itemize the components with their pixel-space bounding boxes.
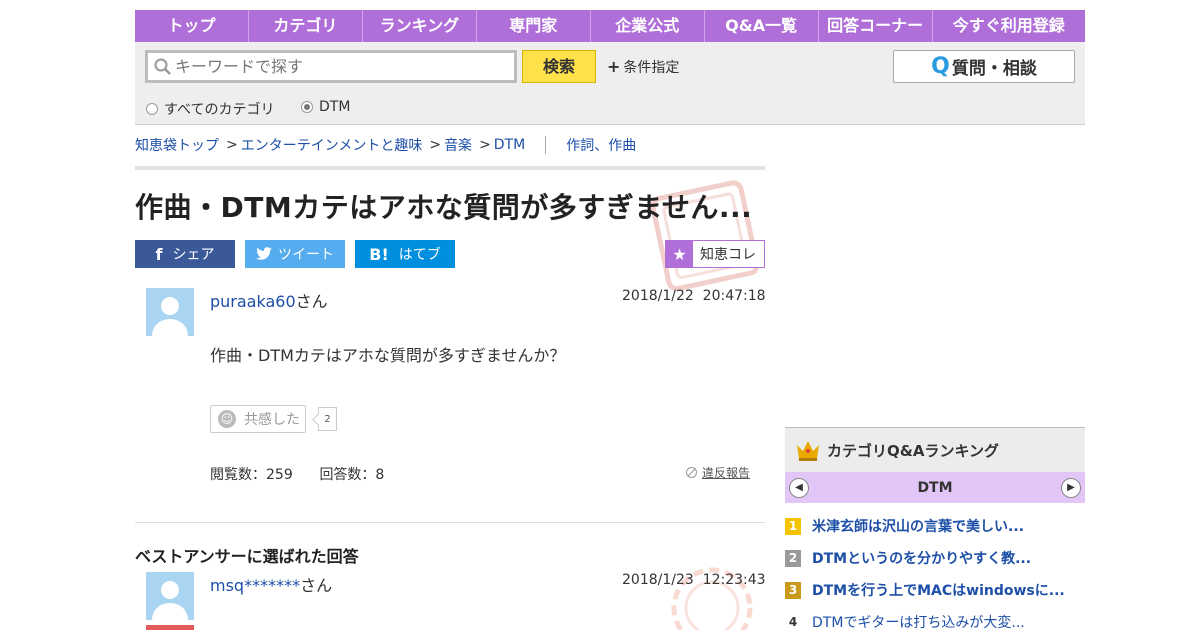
search-area: 検索 +条件指定 Q 質問・相談 すべてのカテゴリ DTM <box>135 42 1085 125</box>
ranking-item-text: DTMでギターは打ち込みが大変... <box>812 615 1025 630</box>
nav-top[interactable]: トップ <box>135 10 249 42</box>
breadcrumb-dtm[interactable]: DTM <box>494 137 525 153</box>
next-arrow-icon[interactable]: ▶ <box>1060 477 1081 498</box>
rank-badge: 2 <box>785 550 801 567</box>
breadcrumb-entertainment[interactable]: エンターテインメントと趣味 <box>241 135 423 155</box>
section-rule <box>135 166 765 170</box>
search-button[interactable]: 検索 <box>522 50 596 83</box>
question-stats: 閲覧数：259 回答数：8 <box>210 464 384 484</box>
conditions-link[interactable]: + 条件指定 <box>607 57 679 77</box>
hatena-bookmark-button[interactable]: B! はてブ <box>355 240 455 268</box>
best-answer-badge <box>146 625 194 630</box>
empathy-label: 共感した <box>244 412 300 428</box>
views-count: 閲覧数：259 <box>210 467 293 483</box>
ranking-item[interactable]: 4 DTMでギターは打ち込みが大変... <box>785 612 1085 630</box>
honorific: さん <box>300 576 333 595</box>
best-answer-heading: ベストアンサーに選ばれた回答 <box>135 547 359 566</box>
crown-icon <box>797 441 819 461</box>
rank-number: 4 <box>788 615 798 629</box>
nav-register[interactable]: 今すぐ利用登録 <box>933 10 1085 42</box>
ranking-item-text: DTMというのを分かりやすく教... <box>812 551 1032 567</box>
best-answer-stamp-icon <box>671 567 753 630</box>
plus-icon: + <box>607 57 621 76</box>
ranking-list: 1 米津玄師は沢山の言葉で美しい... 2 DTMというのを分かりやすく教...… <box>785 516 1085 630</box>
ranking-category-nav: ◀ DTM ▶ <box>785 472 1085 503</box>
breadcrumb-separator: > <box>429 137 442 153</box>
ranking-item-text: DTMを行う上でMACはwindowsに... <box>812 583 1065 599</box>
hatena-icon: B! <box>369 244 389 264</box>
scope-all-label: すべてのカテゴリ <box>164 102 275 118</box>
top-nav: トップ カテゴリ ランキング 専門家 企業公式 Q&A一覧 回答コーナー 今すぐ… <box>135 10 1085 42</box>
scope-current-radio[interactable]: DTM <box>301 99 350 115</box>
ask-question-button[interactable]: Q 質問・相談 <box>893 50 1075 83</box>
scope-current-label: DTM <box>319 99 351 115</box>
question-date: 2018/1/22 20:47:18 <box>622 288 766 304</box>
search-input[interactable] <box>175 57 495 76</box>
ranking-item[interactable]: 2 DTMというのを分かりやすく教... <box>785 548 1085 580</box>
breadcrumb-top[interactable]: 知恵袋トップ <box>135 135 219 155</box>
best-answer-date: 2018/1/23 12:23:43 <box>622 572 766 588</box>
default-user-icon <box>152 581 188 620</box>
rank-badge: 1 <box>785 518 801 535</box>
ask-question-label: 質問・相談 <box>951 59 1037 79</box>
answers-count: 回答数：8 <box>319 467 385 483</box>
category-ranking: カテゴリQ&Aランキング ◀ DTM ▶ 1 米津玄師は沢山の言葉で美しい...… <box>785 427 1085 630</box>
empathy-count: 2 <box>318 407 337 431</box>
best-answer-username-link[interactable]: msq******* <box>210 576 300 595</box>
breadcrumb-separator: > <box>226 137 238 153</box>
star-icon: ★ <box>666 241 693 267</box>
question-body: 作曲・DTMカテはアホな質問が多すぎませんか？ <box>210 346 566 365</box>
report-link[interactable]: 違反報告 <box>686 464 750 481</box>
best-answer-user: msq*******さん <box>210 572 332 596</box>
nav-answer-corner[interactable]: 回答コーナー <box>819 10 933 42</box>
ranking-item[interactable]: 3 DTMを行う上でMACはwindowsに... <box>785 580 1085 612</box>
scope-all-radio[interactable]: すべてのカテゴリ <box>146 99 274 119</box>
q-icon: Q <box>931 54 950 79</box>
twitter-share-label: ツイート <box>278 247 334 263</box>
ranking-title: カテゴリQ&Aランキング <box>827 441 999 460</box>
nav-qa-list[interactable]: Q&A一覧 <box>705 10 819 42</box>
rank-badge: 3 <box>785 582 801 599</box>
search-box[interactable] <box>145 50 517 83</box>
radio-icon <box>146 103 158 115</box>
breadcrumb-divider <box>545 136 547 154</box>
facebook-share-button[interactable]: f シェア <box>135 240 235 268</box>
prev-arrow-icon[interactable]: ◀ <box>789 477 809 498</box>
facebook-share-label: シェア <box>172 247 215 263</box>
empathy-button[interactable]: ☺ 共感した <box>210 405 306 433</box>
nav-official[interactable]: 企業公式 <box>591 10 705 42</box>
hatena-label: はてブ <box>398 247 441 263</box>
smile-icon: ☺ <box>218 410 236 428</box>
prohibited-icon <box>686 467 697 478</box>
nav-ranking[interactable]: ランキング <box>363 10 477 42</box>
honorific: さん <box>295 292 328 311</box>
related-category-link[interactable]: 作詞、作曲 <box>566 135 636 155</box>
twitter-share-button[interactable]: ツイート <box>245 240 345 268</box>
radio-selected-icon <box>301 101 313 113</box>
question-title: 作曲・DTMカテはアホな質問が多すぎません... <box>135 191 753 224</box>
breadcrumb-music[interactable]: 音楽 <box>444 135 472 155</box>
nav-category[interactable]: カテゴリ <box>249 10 363 42</box>
ranking-header: カテゴリQ&Aランキング <box>785 427 1085 472</box>
ranking-item-text: 米津玄師は沢山の言葉で美しい... <box>812 519 1024 535</box>
twitter-bird-icon <box>256 247 272 260</box>
ranking-item[interactable]: 1 米津玄師は沢山の言葉で美しい... <box>785 516 1085 548</box>
default-user-icon <box>152 297 188 336</box>
ranking-category: DTM <box>917 479 953 496</box>
breadcrumb-separator: > <box>479 137 491 153</box>
report-label: 違反報告 <box>702 466 751 480</box>
chiecolle-button[interactable]: ★ 知恵コレ <box>665 240 765 268</box>
avatar[interactable] <box>146 288 194 336</box>
chiecolle-label: 知恵コレ <box>700 247 756 263</box>
breadcrumb: 知恵袋トップ > エンターテインメントと趣味 > 音楽 > DTM 作詞、作曲 <box>135 135 636 155</box>
conditions-label: 条件指定 <box>623 60 680 76</box>
search-icon <box>154 58 171 75</box>
divider <box>135 522 765 523</box>
question-user: puraaka60さん <box>210 288 328 312</box>
question-username-link[interactable]: puraaka60 <box>210 292 296 311</box>
avatar[interactable] <box>146 572 194 620</box>
nav-experts[interactable]: 専門家 <box>477 10 591 42</box>
facebook-icon: f <box>155 244 163 264</box>
